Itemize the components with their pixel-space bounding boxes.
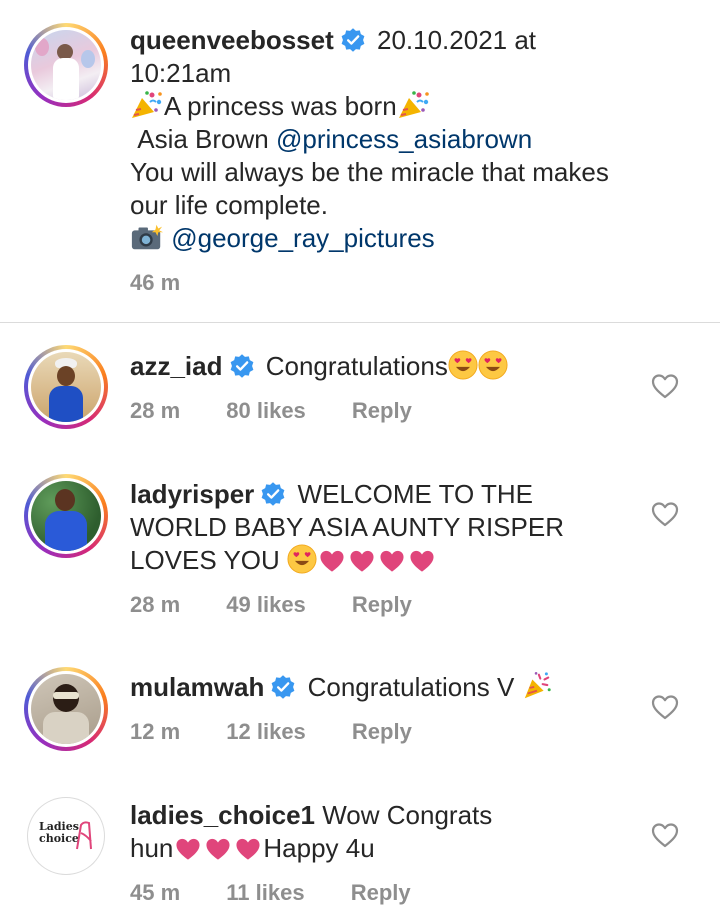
username[interactable]: queenveebosset (130, 25, 334, 55)
comment-age: 28 m (130, 592, 181, 617)
avatar[interactable]: Ladies choice (27, 797, 105, 875)
pink-heart-emoji-icon (319, 549, 345, 573)
pink-heart-emoji-icon (409, 549, 435, 573)
reply-button[interactable]: Reply (352, 719, 412, 744)
caption-line4: our life complete. (130, 190, 328, 220)
comment-text-line2a: hun (130, 833, 174, 863)
heart-outline-icon[interactable] (651, 373, 679, 399)
like-count[interactable]: 12 likes (226, 719, 306, 744)
heart-outline-icon[interactable] (651, 822, 679, 848)
post-age: 46 m (130, 270, 181, 295)
reply-button[interactable]: Reply (352, 592, 412, 617)
party-popper-icon (522, 671, 552, 701)
comment-text-line2b: Happy 4u (263, 833, 375, 863)
heart-eyes-emoji-icon (478, 350, 508, 380)
pink-heart-emoji-icon (235, 837, 261, 861)
comment: ladyrisper WELCOME TO THE WORLD BABY ASI… (130, 478, 600, 577)
comment-text-line3: LOVES YOU (130, 545, 280, 575)
username[interactable]: azz_iad (130, 351, 223, 381)
pink-heart-emoji-icon (379, 549, 405, 573)
comment-text: Congratulations V (307, 672, 515, 702)
comment-age: 28 m (130, 398, 181, 423)
verified-badge-icon (340, 27, 366, 53)
avatar[interactable] (24, 345, 108, 429)
like-count[interactable]: 80 likes (226, 398, 306, 423)
avatar[interactable] (24, 667, 108, 751)
like-count[interactable]: 49 likes (226, 592, 306, 617)
reply-button[interactable]: Reply (352, 398, 412, 423)
verified-badge-icon (270, 674, 296, 700)
comment-age: 12 m (130, 719, 181, 744)
high-heel-icon (76, 821, 92, 850)
comment-text-line1: WELCOME TO THE (297, 479, 534, 509)
pink-heart-emoji-icon (175, 837, 201, 861)
comment: ladies_choice1 Wow Congrats hun Happy 4u (130, 799, 550, 865)
comment-age: 45 m (130, 880, 181, 905)
comment: azz_iad Congratulations (130, 350, 508, 383)
comment: mulamwah Congratulations V (130, 671, 552, 704)
post-date: 20.10.2021 at (376, 25, 537, 55)
post-caption: queenveebosset 20.10.2021 at 10:21am A p… (0, 0, 720, 322)
comment-meta: 28 m 80 likes Reply (130, 398, 452, 424)
username[interactable]: mulamwah (130, 672, 264, 702)
caption-line1: A princess was born (164, 91, 397, 121)
verified-badge-icon (229, 353, 255, 379)
heart-outline-icon[interactable] (651, 694, 679, 720)
username[interactable]: ladyrisper (130, 479, 254, 509)
divider (0, 322, 720, 323)
confetti-icon (397, 90, 431, 120)
post-time: 10:21am (130, 58, 232, 88)
comment-meta: 45 m 11 likes Reply (130, 880, 451, 906)
avatar-logo-text: choice (39, 832, 79, 845)
post-meta: 46 m (130, 270, 220, 296)
heart-eyes-emoji-icon (448, 350, 478, 380)
like-count[interactable]: 11 likes (226, 880, 304, 905)
reply-button[interactable]: Reply (351, 880, 411, 905)
username[interactable]: ladies_choice1 (130, 800, 315, 830)
comment-text-line1: Wow Congrats (322, 800, 493, 830)
comment-text: Congratulations (265, 351, 448, 381)
caption-line2-text: Asia Brown (137, 124, 269, 154)
comment-meta: 12 m 12 likes Reply (130, 719, 452, 745)
caption-line3: You will always be the miracle that make… (130, 157, 609, 187)
mention-link[interactable]: @princess_asiabrown (276, 124, 532, 154)
camera-flash-icon (130, 222, 164, 252)
pink-heart-emoji-icon (349, 549, 375, 573)
comment-text-line2: WORLD BABY ASIA AUNTY RISPER (130, 512, 564, 542)
comment-meta: 28 m 49 likes Reply (130, 592, 452, 618)
verified-badge-icon (260, 481, 286, 507)
avatar[interactable] (24, 474, 108, 558)
mention-link[interactable]: @george_ray_pictures (171, 223, 434, 253)
confetti-icon (130, 90, 164, 120)
pink-heart-emoji-icon (205, 837, 231, 861)
avatar[interactable] (24, 23, 108, 107)
heart-eyes-emoji-icon (287, 544, 317, 574)
heart-outline-icon[interactable] (651, 501, 679, 527)
